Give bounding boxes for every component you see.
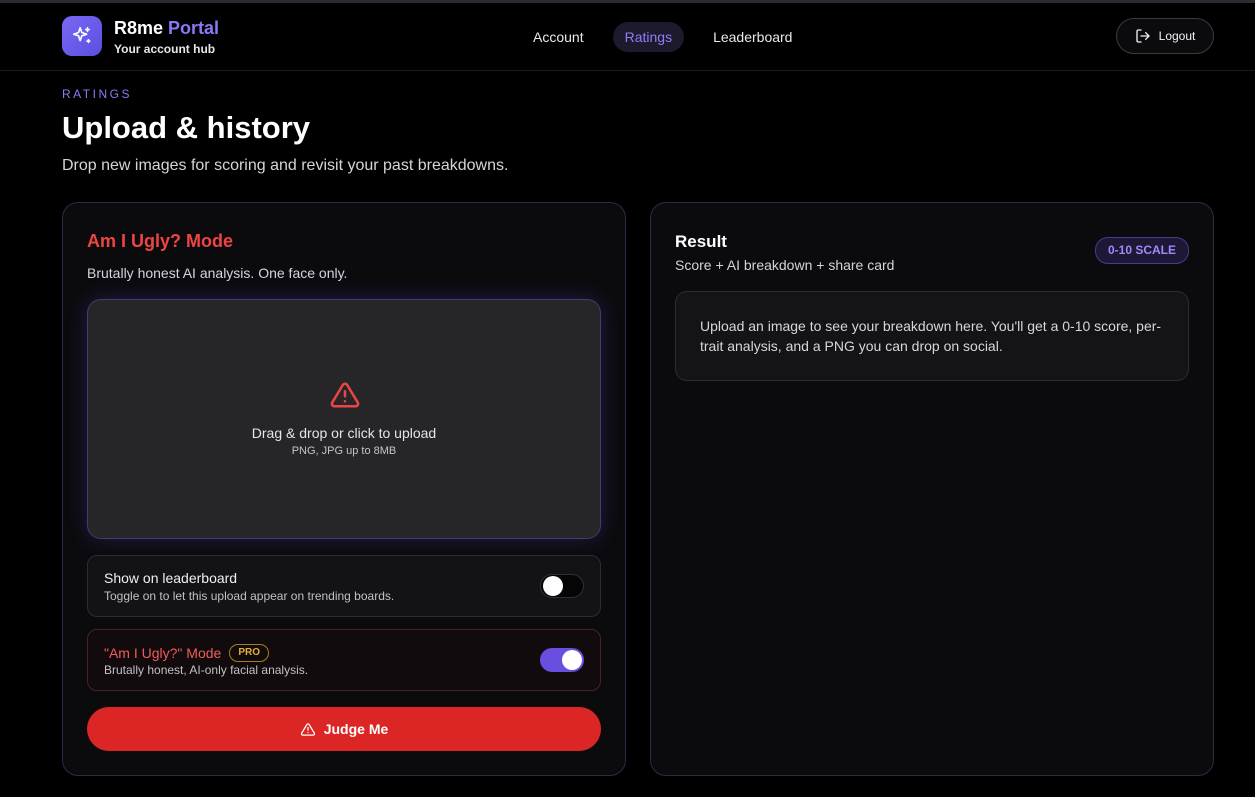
dropzone-hint: PNG, JPG up to 8MB — [291, 445, 397, 457]
leaderboard-option: Show on leaderboard Toggle on to let thi… — [87, 555, 601, 617]
section-eyebrow: RATINGS — [62, 87, 132, 101]
leaderboard-option-title: Show on leaderboard — [104, 570, 238, 586]
judge-me-button[interactable]: Judge Me — [87, 707, 601, 751]
nav-item-account[interactable]: Account — [518, 22, 599, 52]
logout-button[interactable]: Logout — [1116, 18, 1214, 54]
warning-icon — [330, 382, 360, 408]
nav-item-leaderboard[interactable]: Leaderboard — [698, 22, 807, 52]
ugly-mode-option-subtitle: Brutally honest, AI-only facial analysis… — [104, 663, 309, 677]
result-title: Result — [675, 232, 727, 251]
dropzone-label: Drag & drop or click to upload — [251, 425, 437, 441]
sparkles-icon — [62, 16, 102, 56]
brand[interactable]: R8me Portal Your account hub — [62, 16, 219, 56]
judge-me-label: Judge Me — [323, 721, 389, 737]
pro-badge: PRO — [229, 644, 269, 662]
toggle-knob — [543, 576, 563, 596]
mode-description: Brutally honest AI analysis. One face on… — [87, 265, 348, 281]
logout-label: Logout — [1158, 29, 1196, 43]
upload-card: Am I Ugly? Mode Brutally honest AI analy… — [62, 202, 626, 776]
result-subtitle: Score + AI breakdown + share card — [675, 257, 895, 273]
result-placeholder: Upload an image to see your breakdown he… — [675, 291, 1189, 381]
ugly-mode-toggle[interactable] — [540, 648, 584, 672]
ugly-mode-option: "Am I Ugly?" Mode PRO Brutally honest, A… — [87, 629, 601, 691]
page-description: Drop new images for scoring and revisit … — [62, 157, 509, 174]
brand-subtitle: Your account hub — [114, 41, 216, 56]
scale-badge: 0-10 SCALE — [1094, 237, 1189, 264]
app-header: R8me Portal Your account hub Account Rat… — [0, 3, 1255, 71]
ugly-mode-option-title: "Am I Ugly?" Mode PRO — [104, 644, 269, 662]
leaderboard-option-subtitle: Toggle on to let this upload appear on t… — [104, 589, 395, 603]
main-nav: Account Ratings Leaderboard — [518, 22, 807, 52]
logout-icon — [1135, 29, 1150, 43]
toggle-knob — [562, 650, 582, 670]
mode-title: Am I Ugly? Mode — [87, 231, 234, 251]
upload-dropzone[interactable]: Drag & drop or click to upload PNG, JPG … — [87, 299, 601, 539]
ugly-mode-title-text: "Am I Ugly?" Mode — [104, 645, 222, 661]
result-card: Result Score + AI breakdown + share card… — [650, 202, 1214, 776]
brand-title: R8me Portal — [114, 17, 220, 38]
page-title: Upload & history — [62, 110, 311, 145]
warning-icon — [300, 722, 315, 736]
nav-item-ratings[interactable]: Ratings — [612, 22, 685, 52]
leaderboard-toggle[interactable] — [540, 574, 584, 598]
